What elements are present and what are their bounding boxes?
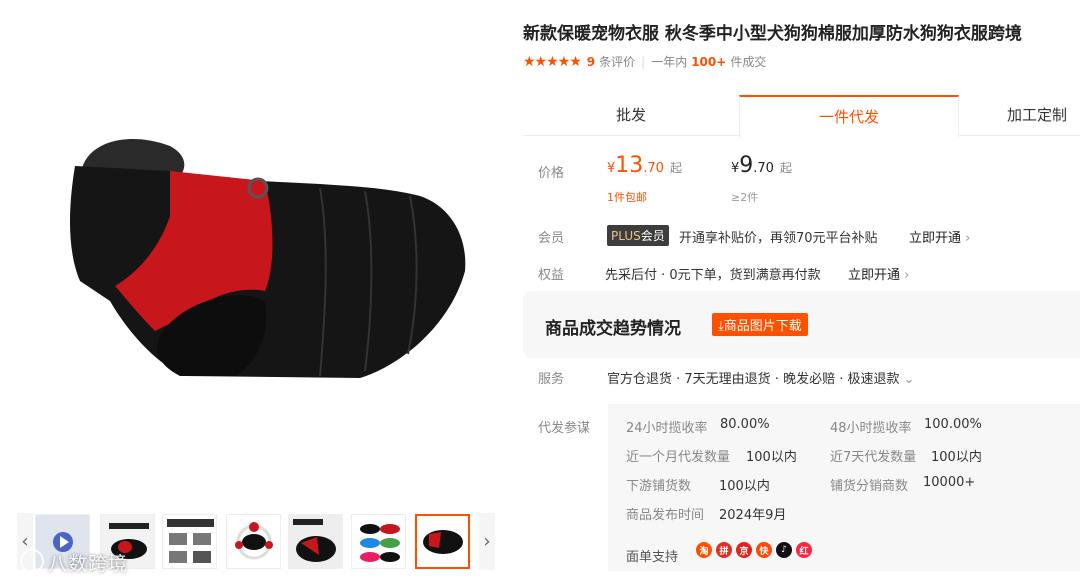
stat-value: 100以内 (931, 450, 982, 465)
thumbnail-4[interactable] (226, 514, 281, 569)
thumbnail-3[interactable] (162, 514, 217, 569)
benefit-open-link[interactable]: 立即开通 › (848, 264, 909, 283)
stat-key: 近一个月代发数量 (626, 450, 731, 465)
stat-key: 商品发布时间 (626, 508, 705, 523)
thumbnail-7-selected[interactable] (415, 514, 470, 569)
douyin-icon: ♪ (776, 542, 792, 558)
dog-jacket-image (70, 139, 466, 378)
tab-dropship[interactable]: 一件代发 (739, 95, 959, 138)
member-open-label: 立即开通 (909, 231, 962, 246)
price-decimal: .70 (753, 161, 774, 176)
review-label[interactable]: 条评价 (599, 53, 635, 70)
stat-value: 80.00% (720, 417, 770, 432)
platform-icons: 淘 拼 京 快 ♪ 红 (696, 542, 812, 558)
trend-panel: 商品成交趋势情况 ⤓商品图片下载 (523, 291, 1080, 358)
stat-key: 48小时揽收率 (830, 421, 912, 436)
tab-custom-processing[interactable]: 加工定制 (957, 95, 1080, 135)
member-label: 会员 (538, 231, 565, 246)
plus-text: PLUS (611, 229, 641, 243)
price-decimal: .70 (643, 161, 664, 176)
sold-suffix: 件成交 (730, 55, 767, 69)
service-description[interactable]: 官方仓退货 · 7天无理由退货 · 晚发必赔 · 极速退款 ⌄ (607, 368, 915, 387)
stat-key: 近7天代发数量 (830, 450, 917, 465)
service-label: 服务 (538, 372, 565, 387)
download-label: 商品图片下载 (723, 319, 802, 334)
stat-value: 100.00% (924, 417, 982, 432)
image-download-button[interactable]: ⤓商品图片下载 (712, 313, 808, 336)
main-product-image[interactable] (20, 96, 490, 426)
service-text: 官方仓退货 · 7天无理由退货 · 晚发必赔 · 极速退款 (607, 372, 900, 387)
price-main-note: 1件包邮 (607, 191, 647, 204)
kuaishou-icon: 快 (756, 542, 772, 558)
dropship-label: 代发参谋 (538, 421, 591, 436)
review-count[interactable]: 9 (587, 55, 595, 69)
star-rating-icon: ★★★★★ (523, 53, 582, 70)
stat-value: 10000+ (923, 475, 976, 490)
jd-icon: 京 (736, 542, 752, 558)
price-alt-note: ≥2件 (731, 191, 759, 204)
price-alt: ¥9.70 起 (731, 153, 792, 178)
trend-title: 商品成交趋势情况 (545, 319, 681, 339)
stat-value: 100以内 (719, 479, 770, 494)
chevron-right-icon: › (904, 268, 910, 283)
price-suffix: 起 (669, 161, 682, 175)
rating-row: ★★★★★ 9 条评价 | 一年内 100+ 件成交 (523, 53, 766, 70)
member-description: 开通享补贴价，再领70元平台补贴 (679, 231, 878, 246)
benefit-description: 先采后付 · 0元下单，货到满意再付款 (605, 268, 821, 283)
price-integer: 9 (739, 153, 754, 178)
benefit-label: 权益 (538, 268, 565, 283)
chevron-right-icon[interactable]: › (479, 513, 495, 570)
plus-member-badge: PLUS会员 (607, 225, 669, 246)
sold-count: 100+ (691, 54, 727, 69)
pinduoduo-icon: 拼 (716, 542, 732, 558)
member-text: 会员 (640, 229, 665, 243)
member-open-link[interactable]: 立即开通 › (909, 227, 970, 246)
chevron-down-icon: ⌄ (903, 372, 915, 387)
purchase-mode-tabs: 批发 一件代发 加工定制 (523, 95, 1080, 138)
xiaohongshu-icon: 红 (796, 542, 812, 558)
price-suffix: 起 (779, 161, 792, 175)
stat-key: 下游铺货数 (626, 479, 692, 494)
benefit-open-label: 立即开通 (848, 268, 901, 283)
product-title: 新款保暖宠物衣服 秋冬季中小型犬狗狗棉服加厚防水狗狗衣服跨境 (523, 24, 1022, 44)
sold-prefix: 一年内 (651, 55, 688, 69)
price-integer: 13 (615, 153, 644, 178)
chevron-right-icon: › (965, 231, 971, 246)
divider: | (641, 54, 646, 69)
thumbnail-5[interactable] (288, 514, 343, 569)
platform-support-label: 面单支持 (626, 550, 679, 565)
price-label: 价格 (538, 166, 565, 181)
price-main: ¥13.70 起 (607, 153, 682, 178)
watermark: 八数跨境 (20, 549, 128, 576)
watermark-logo-icon (20, 549, 44, 573)
tab-wholesale[interactable]: 批发 (523, 95, 739, 135)
stat-key: 24小时揽收率 (626, 421, 708, 436)
thumbnail-6[interactable] (351, 514, 406, 569)
stat-value: 100以内 (746, 450, 797, 465)
stat-value: 2024年9月 (719, 508, 787, 523)
dropship-stats-panel: 24小时揽收率 80.00% 48小时揽收率 100.00% 近一个月代发数量 … (608, 404, 1080, 571)
taobao-icon: 淘 (696, 542, 712, 558)
stat-key: 铺货分销商数 (830, 479, 909, 494)
